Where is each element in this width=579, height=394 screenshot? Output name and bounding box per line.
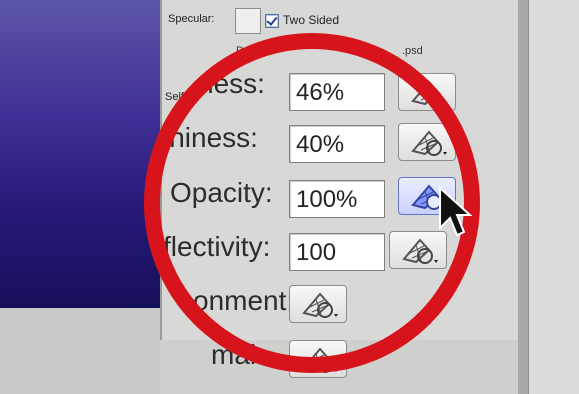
self-prefix-label: Self <box>165 91 184 103</box>
specular-label: Specular: <box>168 13 215 25</box>
panel-divider <box>518 0 528 394</box>
environment-label: onment: <box>193 285 295 316</box>
map-texture-icon <box>302 347 338 373</box>
shininess-map-button[interactable] <box>398 123 456 161</box>
two-sided-label: Two Sided <box>283 13 340 27</box>
self-illumination-label: ness: <box>198 68 265 99</box>
map-texture-icon <box>402 238 438 264</box>
map-texture-icon <box>411 130 447 156</box>
shininess-label: ininess: <box>163 122 258 153</box>
texture-file-label: .psd <box>402 45 423 57</box>
reflectivity-label: flectivity: <box>163 231 271 262</box>
mouse-pointer-icon <box>439 186 472 237</box>
environment-map-button[interactable] <box>289 285 347 323</box>
self-illumination-field[interactable]: 46% <box>289 73 385 111</box>
self-illumination-map-button[interactable] <box>398 73 456 111</box>
map-texture-icon <box>411 80 447 106</box>
normal-label: mal: <box>211 339 264 370</box>
two-sided-checkbox[interactable] <box>265 14 279 28</box>
shininess-field[interactable]: 40% <box>289 125 385 163</box>
specular-color-swatch[interactable] <box>235 8 261 34</box>
right-side-pane <box>528 0 579 394</box>
opacity-field[interactable]: 100% <box>289 180 385 218</box>
map-texture-icon <box>302 292 338 318</box>
viewport-background <box>0 308 160 394</box>
reflectivity-field[interactable]: 100 <box>289 233 385 271</box>
opacity-label: Opacity: <box>170 177 273 208</box>
3d-viewport[interactable] <box>0 0 160 308</box>
diffuse-label-fragment: D <box>236 45 244 57</box>
normal-map-button[interactable] <box>289 340 347 378</box>
